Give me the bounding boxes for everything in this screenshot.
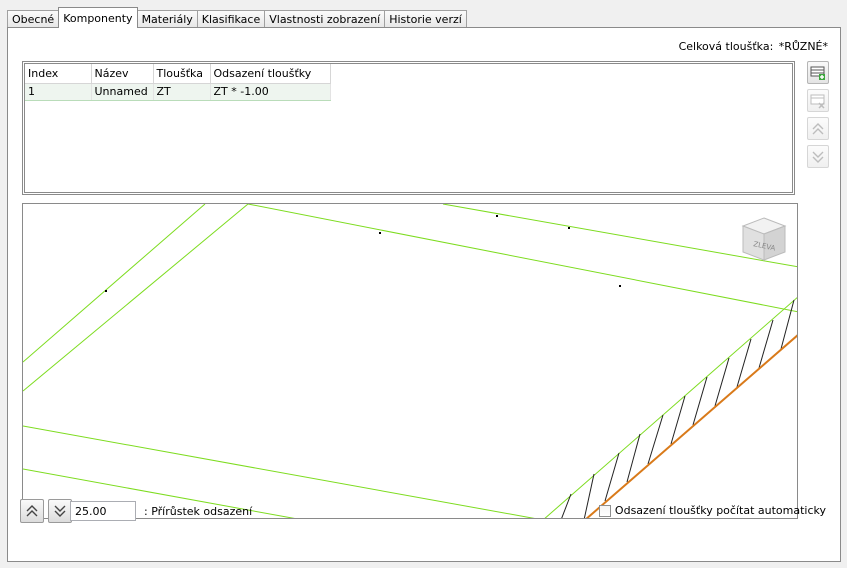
column-header-thickness[interactable]: Tloušťka	[153, 64, 211, 84]
tab-vlastnosti-zobrazeni[interactable]: Vlastnosti zobrazení	[264, 10, 386, 28]
slab-front-edge	[585, 334, 797, 518]
move-down-icon	[812, 151, 824, 163]
total-thickness-label: Celková tloušťka:	[678, 40, 774, 53]
cell-thickness[interactable]: ZT	[153, 83, 211, 101]
tab-obecne[interactable]: Obecné	[7, 10, 60, 28]
cell-offset[interactable]: ZT * -1.00	[210, 83, 331, 101]
move-up-button[interactable]	[807, 117, 829, 140]
increase-offset-button[interactable]	[20, 499, 44, 523]
component-buttons	[807, 61, 831, 173]
total-thickness: Celková tloušťka: *RŮZNÉ*	[677, 40, 828, 53]
cell-name[interactable]: Unnamed	[90, 83, 154, 101]
remove-component-button[interactable]	[807, 89, 829, 112]
viewcube-icon[interactable]: ZLEVA	[741, 216, 787, 262]
remove-component-icon	[810, 94, 825, 109]
cell-index[interactable]: 1	[25, 83, 92, 101]
column-header-index[interactable]: Index	[25, 64, 92, 84]
tab-klasifikace[interactable]: Klasifikace	[196, 10, 266, 28]
auto-offset-option[interactable]: Odsazení tloušťky počítat automaticky	[598, 504, 826, 517]
increase-offset-icon	[26, 505, 38, 517]
components-table: Index Název Tloušťka Odsazení tloušťky 1…	[25, 64, 331, 101]
move-up-icon	[812, 122, 824, 134]
table-row[interactable]: 1 Unnamed ZT ZT * -1.00	[25, 83, 331, 101]
auto-offset-label[interactable]: Odsazení tloušťky počítat automaticky	[615, 504, 826, 517]
decrease-offset-button[interactable]	[48, 499, 72, 523]
decrease-offset-icon	[54, 505, 66, 517]
tab-materialy[interactable]: Materiály	[136, 10, 198, 28]
slab-hatching	[561, 299, 795, 518]
slab-outline	[23, 204, 797, 518]
tab-historie-verzi[interactable]: Historie verzí	[384, 10, 467, 28]
offset-controls: : Přírůstek odsazení Odsazení tloušťky p…	[11, 499, 826, 525]
offset-increment-input[interactable]	[70, 501, 136, 521]
offset-increment-label: : Přírůstek odsazení	[144, 505, 253, 518]
tab-komponenty[interactable]: Komponenty	[58, 7, 138, 28]
total-thickness-value: *RŮZNÉ*	[778, 40, 828, 53]
components-panel: Celková tloušťka: *RŮZNÉ* Index Název Tl…	[7, 27, 841, 562]
components-grid: Index Název Tloušťka Odsazení tloušťky 1…	[22, 61, 795, 195]
column-header-offset[interactable]: Odsazení tloušťky	[210, 64, 331, 84]
add-component-button[interactable]	[807, 61, 829, 84]
tab-bar: Obecné Komponenty Materiály Klasifikace …	[7, 7, 467, 28]
add-component-icon	[810, 66, 825, 80]
column-header-name[interactable]: Název	[91, 64, 154, 84]
auto-offset-checkbox[interactable]	[598, 504, 611, 517]
slab-preview-drawing	[23, 204, 797, 518]
3d-preview[interactable]: ZLEVA	[22, 203, 798, 519]
move-down-button[interactable]	[807, 145, 829, 168]
